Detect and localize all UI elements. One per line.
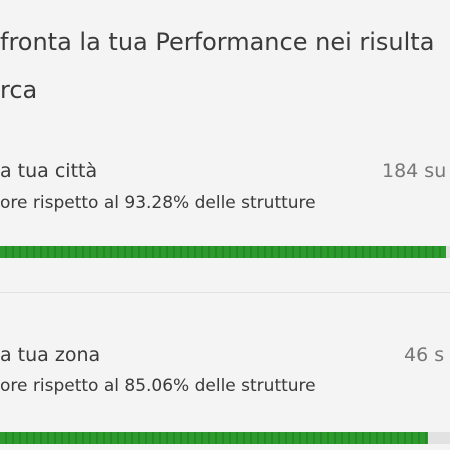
- page-title: fronta la tua Performance nei risulta: [0, 28, 435, 56]
- row-title: a tua città: [0, 160, 98, 182]
- progress-bar-track: [0, 246, 450, 258]
- row-description: ore rispetto al 85.06% delle strutture: [0, 376, 316, 396]
- row-title: a tua zona: [0, 344, 101, 366]
- divider: [0, 292, 450, 293]
- progress-bar-fill: [0, 432, 428, 444]
- progress-bar-fill: [0, 246, 446, 258]
- row-rank: 184 su: [382, 160, 447, 182]
- page-subtitle: rca: [0, 76, 38, 104]
- progress-bar-track: [0, 432, 450, 444]
- row-description: ore rispetto al 93.28% delle strutture: [0, 193, 316, 213]
- row-rank: 46 s: [404, 344, 445, 366]
